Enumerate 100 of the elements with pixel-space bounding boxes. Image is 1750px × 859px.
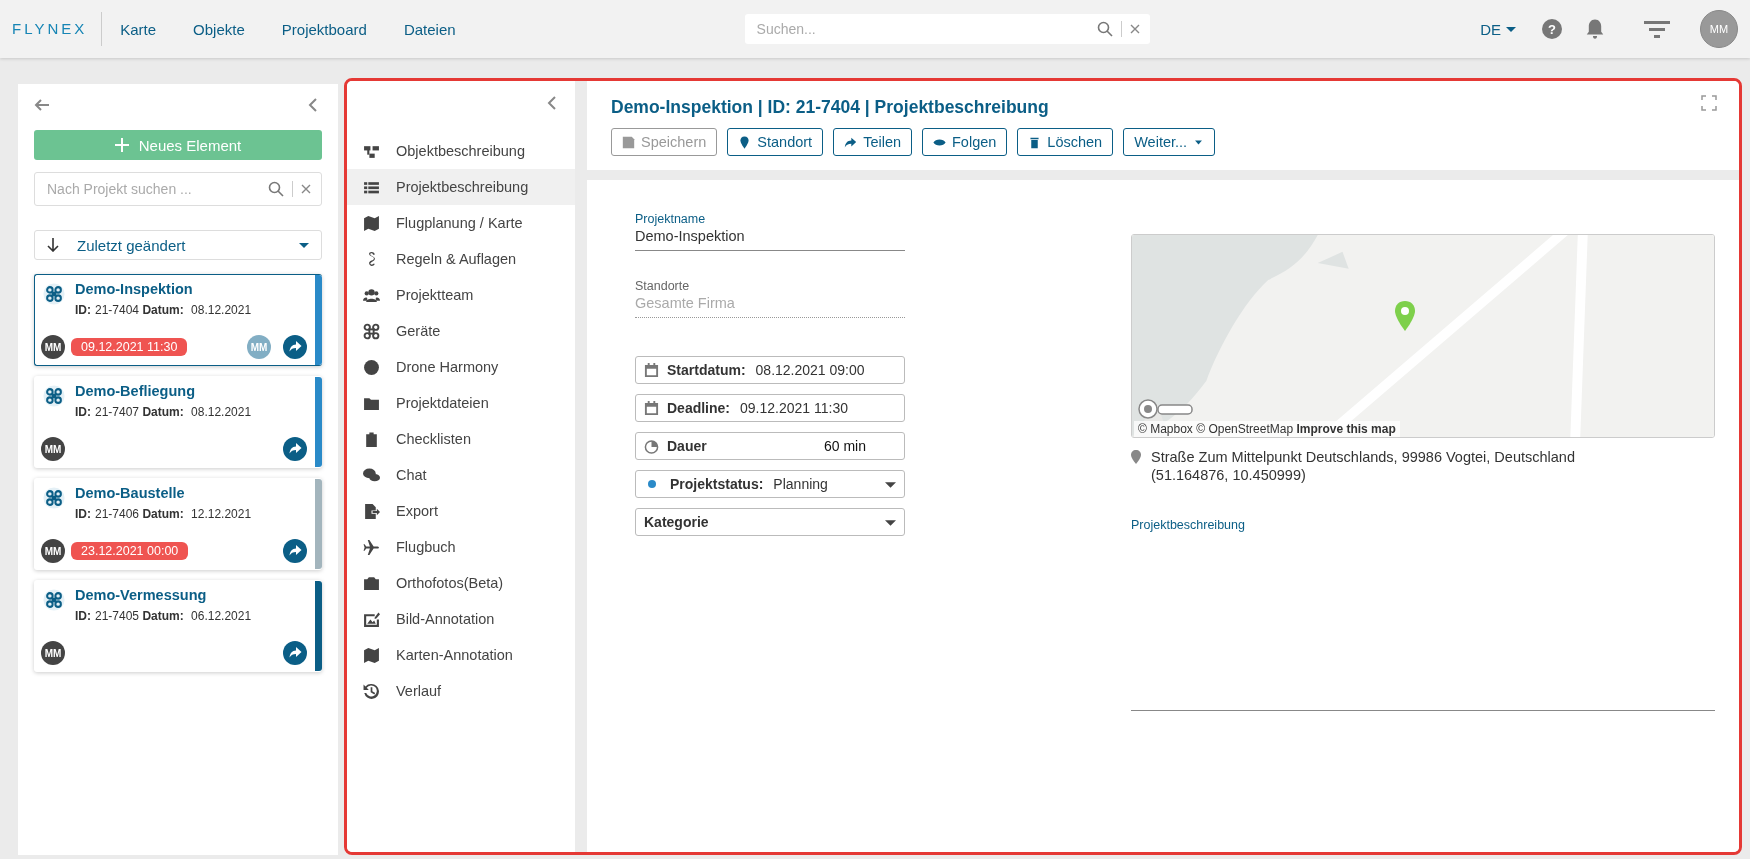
nav-link[interactable]: Dateien bbox=[403, 20, 456, 38]
nav-label: Orthofotos(Beta) bbox=[396, 575, 504, 591]
map-pin-icon bbox=[1394, 301, 1416, 331]
search-field[interactable]: Suchen... bbox=[754, 20, 1097, 38]
project-card[interactable]: Demo-Inspektion ID: 21-7404 Datum: 08.12.2021 MM 09.12.2021 11:30 MM bbox=[34, 274, 322, 366]
address-text: Straße Zum Mittelpunkt Deutschlands, 99986 Vogtei, Deutschland bbox=[1151, 448, 1575, 467]
map-icon bbox=[363, 214, 380, 232]
project-card[interactable]: Demo-Befliegung ID: 21-7407 Datum: 08.12.2021 MM bbox=[34, 376, 322, 468]
project-title: Demo-Inspektion bbox=[75, 281, 194, 297]
plus-icon bbox=[114, 138, 129, 152]
nav-link[interactable]: Objekte bbox=[193, 20, 245, 38]
chat-icon bbox=[363, 466, 380, 484]
help-button[interactable]: ? bbox=[1542, 19, 1562, 39]
field-label: Projektname bbox=[635, 212, 707, 226]
toolbar-button[interactable]: Weiter... bbox=[1123, 128, 1216, 156]
nav-item[interactable]: Export bbox=[347, 493, 575, 529]
owner-avatar: MM bbox=[41, 641, 65, 665]
project-card[interactable]: Demo-Baustelle ID: 21-7406 Datum: 12.12.2021 MM 23.12.2021 00:00 bbox=[34, 478, 322, 570]
project-card[interactable]: Demo-Vermessung ID: 21-7405 Datum: 06.12.2021 MM bbox=[34, 580, 322, 672]
nav-label: Projektbeschreibung bbox=[396, 179, 529, 195]
caret-icon bbox=[1506, 24, 1516, 34]
fullscreen-icon[interactable] bbox=[1701, 95, 1717, 111]
share-button[interactable] bbox=[283, 539, 307, 563]
project-title: Demo-Vermessung bbox=[75, 587, 208, 603]
nav-item[interactable]: Projektbeschreibung bbox=[347, 169, 575, 205]
status-dropdown[interactable]: Projektstatus: Planning bbox=[635, 470, 905, 498]
share-button[interactable] bbox=[283, 437, 307, 461]
share-icon bbox=[844, 135, 858, 149]
close-icon[interactable] bbox=[301, 184, 311, 194]
logo[interactable]: FLYNEX bbox=[0, 12, 103, 46]
nav-item[interactable]: Orthofotos(Beta) bbox=[347, 565, 575, 601]
duration-field[interactable]: Dauer 60 min bbox=[635, 432, 905, 460]
page-title: Demo-Inspektion | ID: 21-7404 | Projektbeschreibung bbox=[611, 97, 1049, 118]
nav-item[interactable]: Karten-Annotation bbox=[347, 637, 575, 673]
nav-label: Projektteam bbox=[396, 287, 474, 303]
nav-item[interactable]: Checklisten bbox=[347, 421, 575, 457]
search-bar[interactable]: Suchen... bbox=[744, 14, 1150, 44]
nav-item[interactable]: Regeln & Auflagen bbox=[347, 241, 575, 277]
calendar-icon bbox=[644, 362, 659, 378]
category-dropdown[interactable]: Kategorie bbox=[635, 508, 905, 536]
nav-link[interactable]: Karte bbox=[120, 20, 157, 38]
bell-icon[interactable] bbox=[1584, 18, 1606, 40]
sort-dropdown[interactable]: Zuletzt geändert bbox=[34, 230, 322, 260]
project-meta: ID: 21-7404 Datum: 08.12.2021 bbox=[75, 303, 252, 317]
back-arrow-icon[interactable] bbox=[34, 97, 50, 113]
down-arrow-icon bbox=[47, 238, 59, 252]
search-icon[interactable] bbox=[268, 181, 284, 197]
close-icon[interactable] bbox=[1129, 24, 1140, 34]
follower-avatar: MM bbox=[247, 335, 271, 359]
nav-label: Geräte bbox=[396, 323, 441, 339]
owner-avatar: MM bbox=[41, 437, 65, 461]
drone-icon bbox=[363, 322, 380, 340]
project-title: Demo-Befliegung bbox=[75, 383, 197, 399]
search-icon[interactable] bbox=[1096, 21, 1113, 37]
plane-icon bbox=[363, 538, 380, 556]
nav-label: Chat bbox=[396, 467, 427, 483]
nav-item[interactable]: Projektteam bbox=[347, 277, 575, 313]
language-dropdown[interactable]: DE bbox=[1480, 20, 1516, 38]
map-edit-icon bbox=[363, 646, 380, 664]
nav-item[interactable]: Objektbeschreibung bbox=[347, 133, 575, 169]
nav-item[interactable]: Geräte bbox=[347, 313, 575, 349]
timer-icon bbox=[644, 438, 659, 454]
project-meta: ID: 21-7405 Datum: 06.12.2021 bbox=[75, 609, 252, 623]
toolbar-button[interactable]: Löschen bbox=[1017, 128, 1114, 156]
filter-icon[interactable] bbox=[1644, 18, 1670, 40]
owner-avatar: MM bbox=[41, 539, 65, 563]
nav-item[interactable]: Flugplanung / Karte bbox=[347, 205, 575, 241]
search-bar[interactable]: Nach Projekt suchen ... bbox=[34, 172, 322, 206]
drone-icon bbox=[43, 283, 65, 305]
date-field[interactable]: Startdatum: 08.12.2021 09:00 bbox=[635, 356, 905, 384]
field-label: Projektbeschreibung bbox=[1131, 518, 1246, 533]
toolbar-button[interactable]: Folgen bbox=[922, 128, 1008, 156]
nav-item[interactable]: Bild-Annotation bbox=[347, 601, 575, 637]
people-icon bbox=[363, 286, 380, 304]
collapse-icon[interactable] bbox=[545, 95, 559, 111]
toolbar-button[interactable]: Teilen bbox=[833, 128, 912, 156]
project-name-field[interactable]: Demo-Inspektion bbox=[635, 226, 905, 251]
caret-icon bbox=[299, 240, 309, 250]
nav-label: Objektbeschreibung bbox=[396, 143, 525, 159]
toolbar-button[interactable]: Standort bbox=[727, 128, 824, 156]
save-icon bbox=[622, 135, 635, 149]
nav-item[interactable]: Chat bbox=[347, 457, 575, 493]
share-button[interactable] bbox=[283, 641, 307, 665]
coordinates-text: (51.164876, 10.450999) bbox=[1151, 466, 1307, 485]
nav-link[interactable]: Projektboard bbox=[281, 20, 367, 38]
nav-item[interactable]: Projektdateien bbox=[347, 385, 575, 421]
nav-item[interactable]: Verlauf bbox=[347, 673, 575, 709]
nav-item[interactable]: Flugbuch bbox=[347, 529, 575, 565]
share-button[interactable] bbox=[283, 335, 307, 359]
nav-label: Checklisten bbox=[396, 431, 471, 447]
pin-icon bbox=[1131, 450, 1141, 464]
drone-icon bbox=[43, 385, 65, 407]
calendar-icon bbox=[644, 400, 659, 416]
nav-label: Drone Harmony bbox=[396, 359, 499, 375]
deadline-badge: 09.12.2021 11:30 bbox=[71, 338, 188, 356]
date-field[interactable]: Deadline: 09.12.2021 11:30 bbox=[635, 394, 905, 422]
project-search-field[interactable]: Nach Projekt suchen ... bbox=[45, 180, 268, 198]
export-icon bbox=[363, 502, 380, 520]
nav-item[interactable]: Drone Harmony bbox=[347, 349, 575, 385]
pin-icon bbox=[738, 135, 752, 149]
